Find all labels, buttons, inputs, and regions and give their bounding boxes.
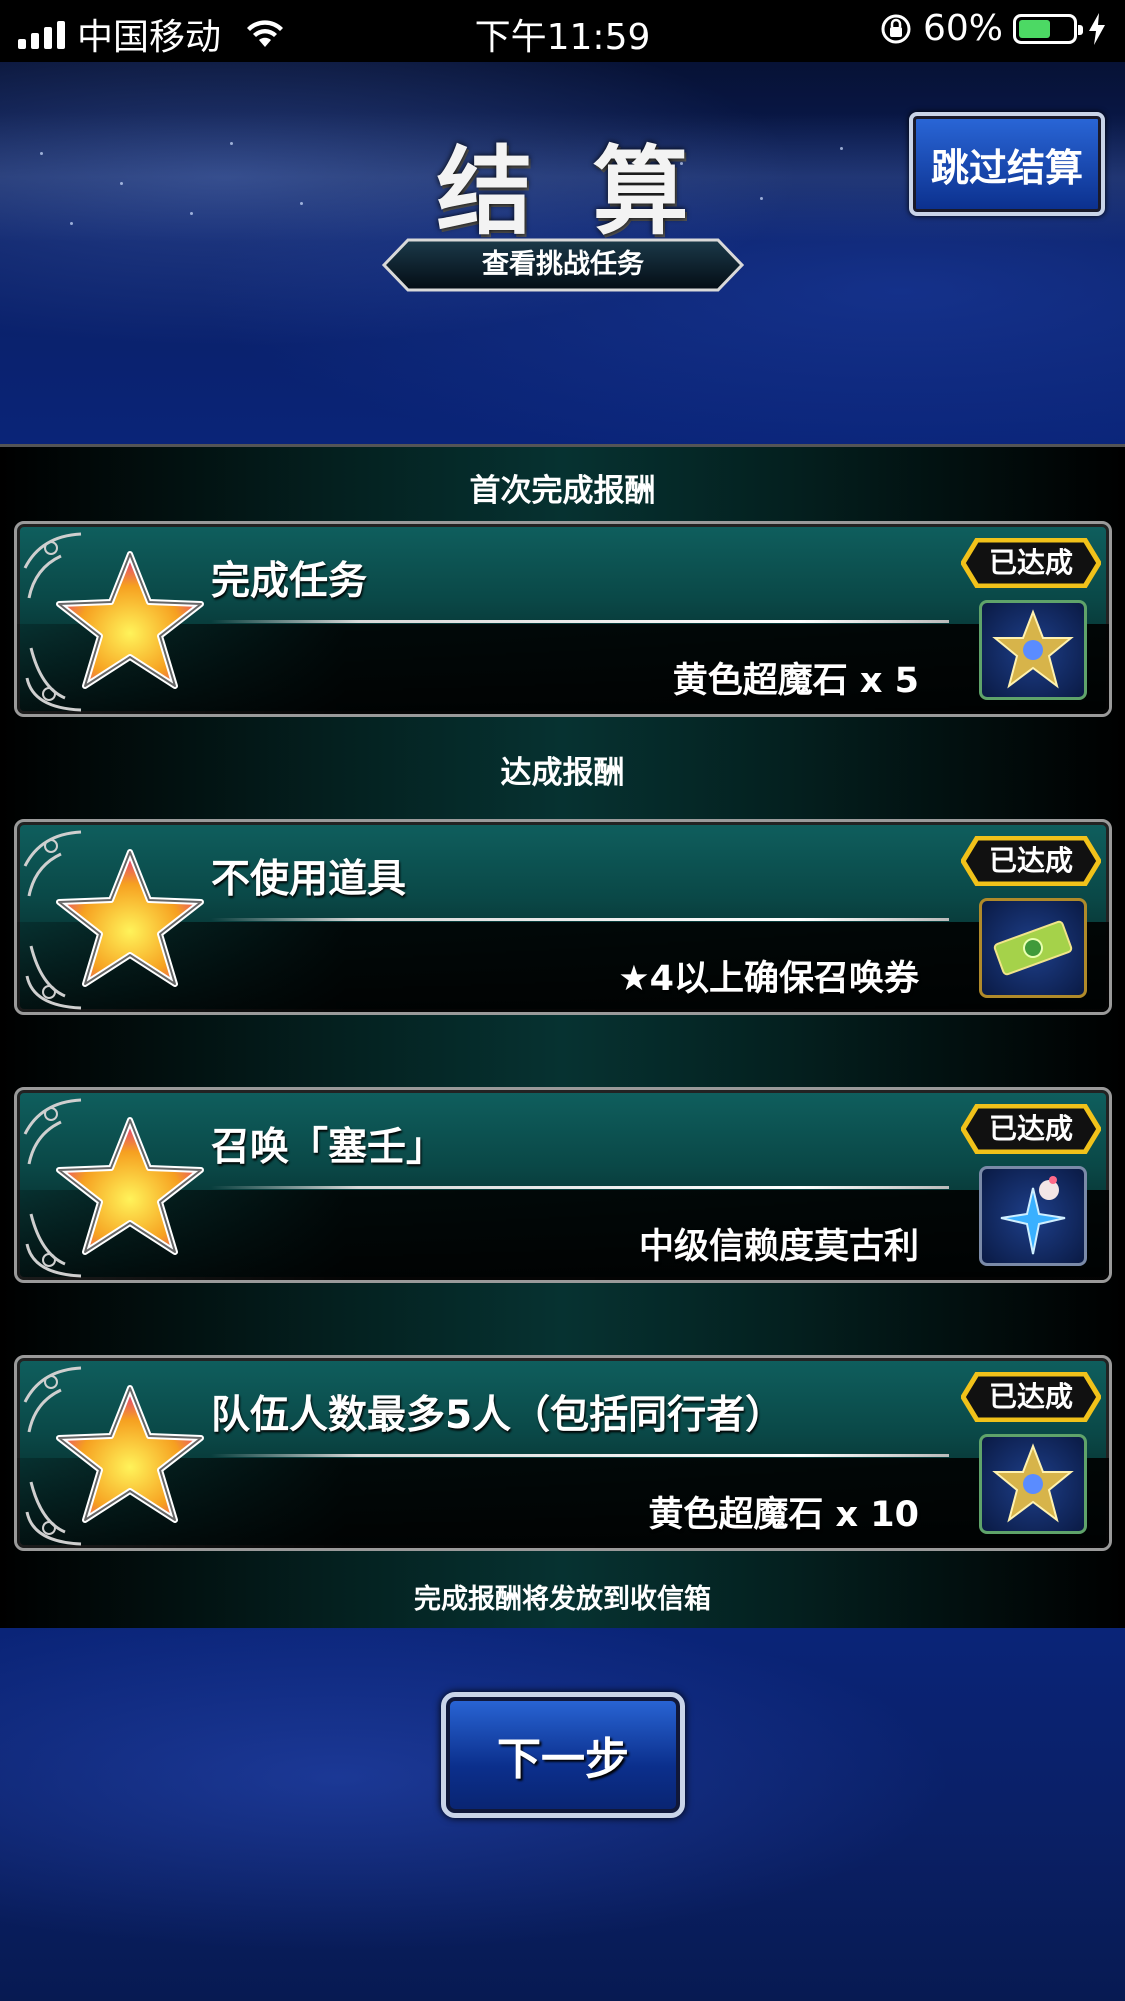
battery-percent: 60% xyxy=(922,8,1003,49)
reward-item xyxy=(979,898,1087,998)
star-icon xyxy=(56,1117,204,1255)
mission-reward: ★4以上确保召唤券 xyxy=(618,959,919,999)
mission-card: 完成任务 黄色超魔石 x 5 已达成 xyxy=(14,521,1112,717)
mission-name: 完成任务 xyxy=(211,559,368,604)
achieved-badge: 已达成 xyxy=(960,1371,1102,1423)
results-screen: 中国移动 下午11:59 60% 结算 跳过结算 查看挑战任务 首次完成报酬 完… xyxy=(0,0,1125,2001)
status-right: 60% xyxy=(879,8,1107,49)
view-tasks-button[interactable]: 查看挑战任务 xyxy=(382,238,744,292)
mission-divider xyxy=(211,918,949,921)
mission-divider xyxy=(211,1186,949,1189)
mission-card: 不使用道具 ★4以上确保召唤券 已达成 xyxy=(14,819,1112,1015)
mission-reward: 黄色超魔石 x 10 xyxy=(648,1495,919,1535)
achieved-label: 已达成 xyxy=(988,1380,1073,1413)
star-icon xyxy=(56,849,204,987)
skip-results-button[interactable]: 跳过结算 xyxy=(909,112,1105,216)
first-clear-heading: 首次完成报酬 xyxy=(469,473,656,509)
reward-item xyxy=(979,1434,1087,1534)
mission-divider xyxy=(211,620,949,623)
yellow-magicite-icon xyxy=(992,609,1074,689)
reward-item xyxy=(979,1166,1087,1266)
yellow-magicite-icon xyxy=(992,1443,1074,1523)
mission-name: 不使用道具 xyxy=(211,857,407,902)
mission-reward: 中级信赖度莫古利 xyxy=(638,1227,919,1267)
achieved-label: 已达成 xyxy=(988,1112,1073,1145)
achieved-badge: 已达成 xyxy=(960,537,1102,589)
trust-moogle-icon xyxy=(1000,1176,1066,1255)
inbox-note: 完成报酬将发放到收信箱 xyxy=(414,1584,711,1615)
achieved-badge: 已达成 xyxy=(960,835,1102,887)
mission-name: 召唤「塞壬」 xyxy=(211,1125,446,1170)
rewards-panel: 首次完成报酬 完成任务 黄色超魔石 x 5 已达成 达成报酬 不使用道具 ★4以… xyxy=(0,444,1125,1634)
orientation-lock-icon xyxy=(881,14,911,43)
achieved-label: 已达成 xyxy=(988,844,1073,877)
battery-icon xyxy=(1013,13,1083,44)
view-tasks-label: 查看挑战任务 xyxy=(482,249,644,280)
star-icon xyxy=(56,1385,204,1523)
reward-item xyxy=(979,600,1087,700)
mission-card: 召唤「塞壬」 中级信赖度莫古利 已达成 xyxy=(14,1087,1112,1283)
mission-divider xyxy=(211,1454,949,1457)
achievements-heading: 达成报酬 xyxy=(500,755,625,791)
mission-reward: 黄色超魔石 x 5 xyxy=(672,661,919,701)
star-icon xyxy=(56,551,204,689)
achieved-badge: 已达成 xyxy=(960,1103,1102,1155)
mission-name: 队伍人数最多5人（包括同行者） xyxy=(211,1393,785,1438)
next-button[interactable]: 下一步 xyxy=(441,1692,685,1818)
status-bar: 中国移动 下午11:59 60% xyxy=(0,0,1125,62)
charging-icon xyxy=(1089,12,1105,45)
achieved-label: 已达成 xyxy=(988,546,1073,579)
summon-ticket-icon xyxy=(993,920,1073,976)
mission-card: 队伍人数最多5人（包括同行者） 黄色超魔石 x 10 已达成 xyxy=(14,1355,1112,1551)
header-area: 结算 跳过结算 查看挑战任务 xyxy=(0,62,1125,444)
